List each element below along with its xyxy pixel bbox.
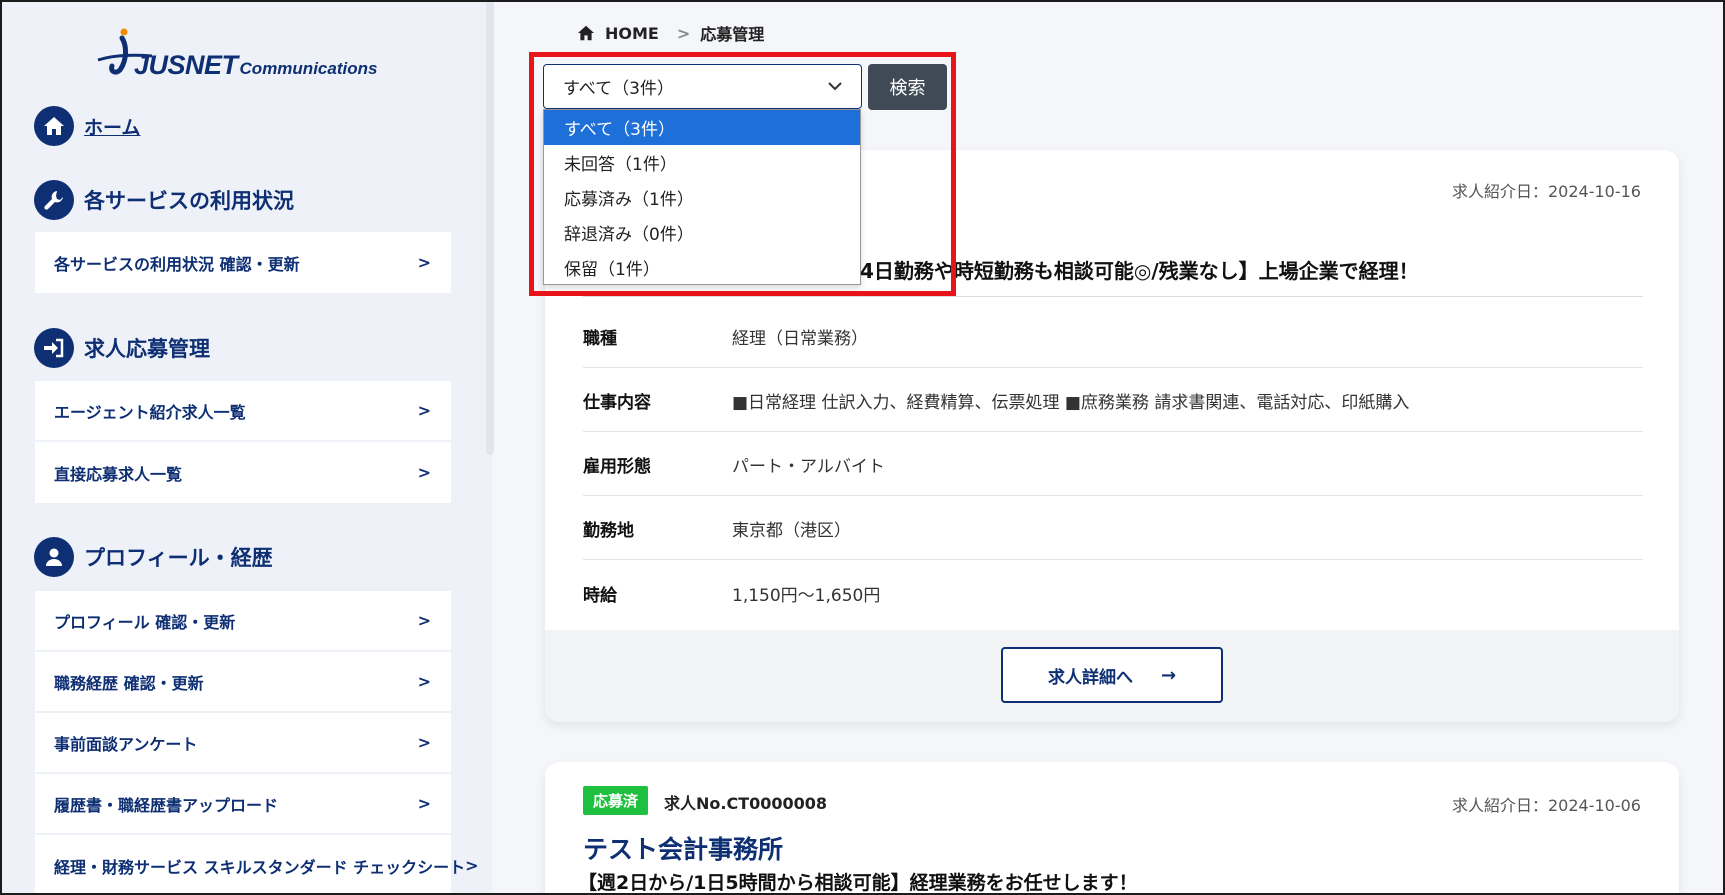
divider [583,296,1643,297]
row-label-employment-type: 雇用形態 [583,457,651,477]
menu-item-label: 経理・財務サービス スキルスタンダード チェックシート [54,857,466,877]
menu-group-applications: エージェント紹介求人一覧 > 直接応募求人一覧 > [35,381,451,503]
row-label-job-description: 仕事内容 [583,393,651,413]
sidebar-item-skill-checksheet[interactable]: 経理・財務サービス スキルスタンダード チェックシート > [35,835,479,895]
logo-text: JUSNET Communications [134,50,378,80]
chevron-right-icon: > [417,463,431,482]
chevron-right-icon: > [417,794,431,813]
breadcrumb-current: 応募管理 [700,25,765,44]
job-number: 求人No.CT0000008 [664,794,828,813]
job-title[interactable]: 4日勤務や時短勤務も相談可能◎/残業なし】上場企業で経理！ [860,255,1419,284]
sidebar-item-direct-jobs[interactable]: 直接応募求人一覧 > [35,442,451,503]
chevron-right-icon: > [417,672,431,691]
section-title: 求人応募管理 [84,337,210,361]
divider [583,367,1643,368]
sidebar-scrollbar[interactable] [486,0,494,455]
option-unanswered[interactable]: 未回答（1件） [544,145,860,180]
job-intro-date: 求人紹介日：2024-10-06 [1452,796,1641,815]
menu-group-profile: プロフィール 確認・更新 > 職務経歴 確認・更新 > 事前面談アンケート > … [35,591,479,895]
sidebar-item-home[interactable]: ホーム [34,106,140,146]
option-declined[interactable]: 辞退済み（0件） [544,215,860,250]
section-profile: プロフィール・経歴 [34,537,273,577]
chevron-right-icon: > [465,856,479,875]
option-on-hold[interactable]: 保留（1件） [544,250,860,285]
divider [583,431,1643,432]
menu-group-service: 各サービスの利用状況 確認・更新 > [35,232,451,293]
sidebar-item-resume-upload[interactable]: 履歴書・職経歴書アップロード > [35,774,451,835]
sidebar-item-service-usage-update[interactable]: 各サービスの利用状況 確認・更新 > [35,232,451,293]
row-value-job-description: ■日常経理 仕訳入力、経費精算、伝票処理 ■庶務業務 請求書関連、電話対応、印紙… [732,393,1410,413]
sidebar-item-pre-interview-survey[interactable]: 事前面談アンケート > [35,713,451,774]
row-value-hourly-wage: 1,150円～1,650円 [732,586,881,606]
chevron-right-icon: > [417,611,431,630]
section-service-usage: 各サービスの利用状況 [34,180,294,220]
brand-logo[interactable]: JUSNET Communications [96,28,396,88]
company-name[interactable]: テスト会計事務所 [583,830,783,866]
wrench-icon [34,180,74,220]
chevron-right-icon: > [417,401,431,420]
divider [583,495,1643,496]
row-label-job-type: 職種 [583,329,617,349]
arrow-right-icon: → [1160,664,1177,686]
row-value-location: 東京都（港区） [732,521,851,541]
job-title[interactable]: 【週2日から/1日5時間から相談可能】経理業務をお任せします！ [578,868,1138,895]
sidebar-item-career-update[interactable]: 職務経歴 確認・更新 > [35,652,451,713]
sign-in-icon [34,328,74,368]
status-badge: 応募済 [583,786,649,815]
sidebar: JUSNET Communications ホーム 各サービスの利用状況 各サービ… [0,0,492,895]
sidebar-item-agent-jobs[interactable]: エージェント紹介求人一覧 > [35,381,451,442]
row-label-location: 勤務地 [583,521,634,541]
status-filter-select[interactable]: すべて（3件） [543,64,862,109]
section-job-applications: 求人応募管理 [34,328,210,368]
status-filter-dropdown: すべて（3件） 未回答（1件） 応募済み（1件） 辞退済み（0件） 保留（1件） [543,109,861,285]
row-label-hourly-wage: 時給 [583,586,617,606]
menu-item-label: 職務経歴 確認・更新 [54,673,204,693]
chevron-right-icon: > [417,253,431,272]
home-icon [34,106,74,146]
option-applied[interactable]: 応募済み（1件） [544,180,860,215]
menu-item-label: 事前面談アンケート [54,734,198,754]
job-intro-date: 求人紹介日：2024-10-16 [1452,182,1641,201]
select-value: すべて（3件） [563,79,674,99]
sidebar-item-profile-update[interactable]: プロフィール 確認・更新 > [35,591,451,652]
section-title: プロフィール・経歴 [84,546,273,570]
job-detail-label: 求人詳細へ [1047,667,1133,688]
row-value-job-type: 経理（日常業務） [732,329,868,349]
chevron-right-icon: > [676,23,691,43]
home-link[interactable]: ホーム [84,113,140,140]
home-icon [578,25,594,41]
chevron-right-icon: > [417,733,431,752]
job-detail-button[interactable]: 求人詳細へ → [1001,647,1223,703]
menu-item-label: プロフィール 確認・更新 [54,612,236,632]
breadcrumb: HOME > 応募管理 [577,21,764,45]
section-title: 各サービスの利用状況 [84,189,294,213]
divider [583,559,1643,560]
menu-item-label: 直接応募求人一覧 [54,464,183,484]
user-icon [34,537,74,577]
menu-item-label: 履歴書・職経歴書アップロード [54,795,279,815]
breadcrumb-home[interactable]: HOME [605,24,659,43]
menu-item-label: 各サービスの利用状況 確認・更新 [54,254,300,274]
menu-item-label: エージェント紹介求人一覧 [54,402,246,422]
row-value-employment-type: パート・アルバイト [732,457,885,477]
option-all[interactable]: すべて（3件） [544,110,860,145]
chevron-down-icon [828,82,842,91]
search-button[interactable]: 検索 [868,64,947,110]
